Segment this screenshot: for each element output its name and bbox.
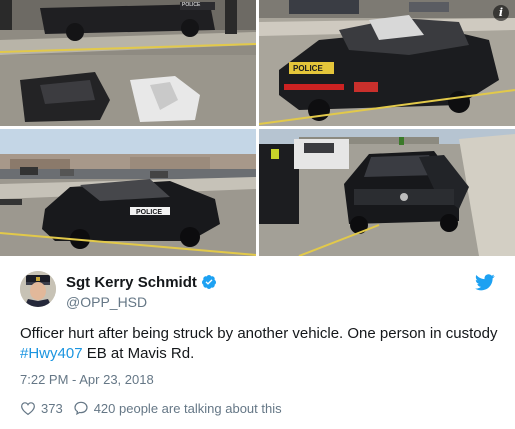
avatar-officer-icon[interactable] <box>20 271 56 307</box>
tweet-text-part: EB at Mavis Rd. <box>82 345 195 362</box>
display-name-text[interactable]: Sgt Kerry Schmidt <box>66 274 197 291</box>
tweet-text: Officer hurt after being struck by anoth… <box>20 324 500 364</box>
info-icon[interactable]: i <box>493 5 509 21</box>
tweet-actions: 373 420 people are talking about this <box>20 399 292 417</box>
hashtag-link[interactable]: #Hwy407 <box>20 345 83 362</box>
like-action[interactable]: 373 <box>20 400 63 416</box>
speech-bubble-icon <box>74 401 88 416</box>
media-grid: POLICE POLICE i POLICE <box>0 0 515 256</box>
talking-about-text: 420 people are talking about this <box>93 400 282 416</box>
heart-icon <box>21 402 35 416</box>
conversation-action[interactable]: 420 people are talking about this <box>73 400 282 416</box>
crash-photo-rear-cruiser[interactable]: POLICE i <box>259 0 515 126</box>
author-handle[interactable]: @OPP_HSD <box>66 294 147 310</box>
embedded-tweet-card: POLICE POLICE i POLICE Sgt Kerry Schmidt… <box>0 0 515 429</box>
likes-count: 373 <box>41 400 63 416</box>
police-label: POLICE <box>136 209 162 216</box>
twitter-bird-icon[interactable] <box>475 274 495 291</box>
crash-photo-wide-shot[interactable]: POLICE <box>0 0 256 126</box>
verified-badge-icon <box>201 275 216 289</box>
crash-photo-black-sedan[interactable] <box>259 129 515 256</box>
tweet-text-part: Officer hurt after being struck by anoth… <box>20 325 498 342</box>
tweet-timestamp[interactable]: 7:22 PM - Apr 23, 2018 <box>20 372 154 387</box>
police-label: POLICE <box>182 2 201 8</box>
crash-photo-side-cruiser[interactable]: POLICE <box>0 129 256 256</box>
author-display-name[interactable]: Sgt Kerry Schmidt <box>66 274 217 291</box>
police-label: POLICE <box>293 64 323 73</box>
